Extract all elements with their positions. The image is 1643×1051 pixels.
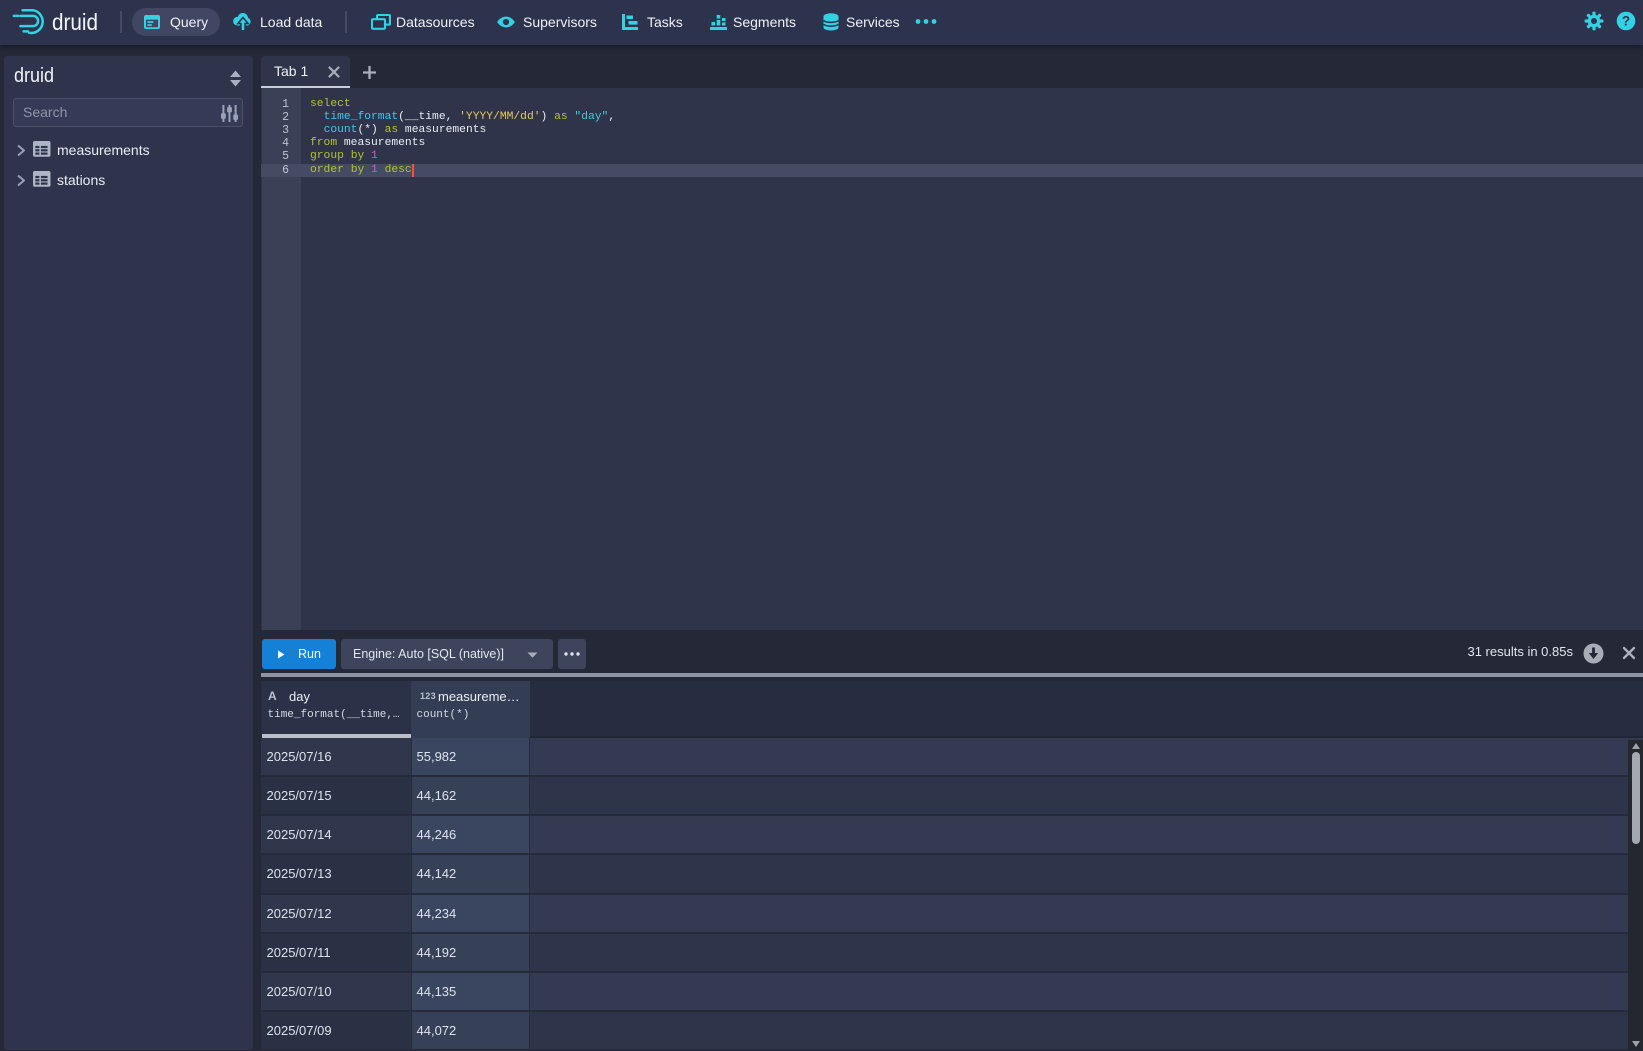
svg-text:?: ? (1622, 14, 1630, 29)
